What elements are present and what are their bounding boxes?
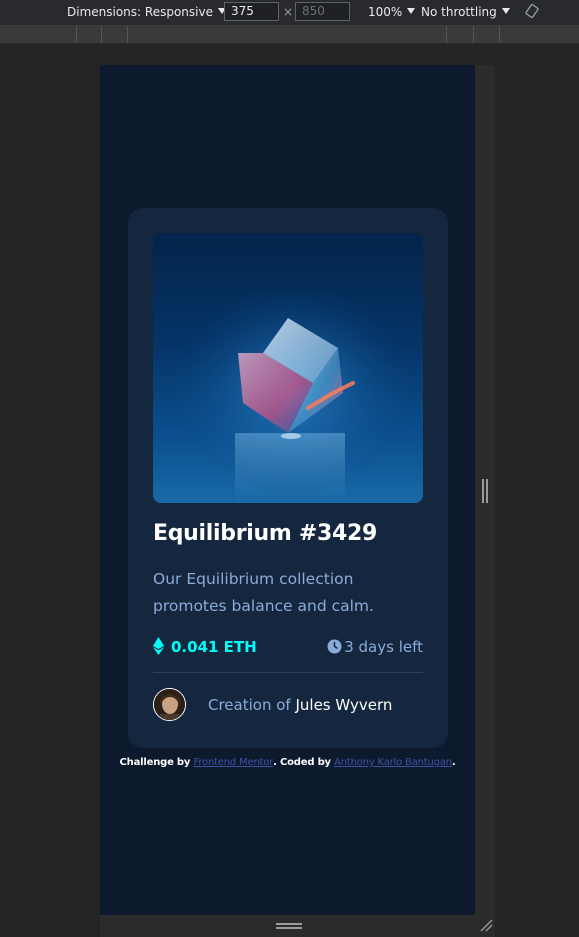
ethereum-icon — [153, 637, 164, 655]
height-input[interactable]: 850 — [295, 2, 350, 21]
bottom-resize-handle[interactable] — [276, 923, 302, 929]
attribution-middle: . Coded by — [273, 757, 331, 768]
time-left: 3 days left — [344, 638, 423, 656]
right-resize-handle[interactable] — [482, 479, 488, 503]
nft-description: Our Equilibrium collection promotes bala… — [153, 570, 374, 615]
throttling-label: No throttling — [421, 5, 497, 19]
throttling-dropdown[interactable]: No throttling — [421, 5, 510, 19]
dimensions-dropdown[interactable]: Dimensions: Responsive — [67, 5, 226, 19]
nft-card: Equilibrium #3429 Our Equilibrium collec… — [128, 208, 448, 748]
cube-illustration — [173, 273, 413, 503]
avatar-image — [154, 689, 185, 720]
dropdown-triangle-icon — [501, 8, 510, 14]
rotate-icon[interactable] — [525, 4, 539, 18]
nft-image[interactable] — [153, 233, 423, 503]
devtools-toolbar: Dimensions: Responsive 375 × 850 100% No… — [0, 0, 579, 26]
width-input[interactable]: 375 — [224, 2, 279, 21]
zoom-dropdown[interactable]: 100% — [368, 5, 416, 19]
creator-line: Creation of Jules Wyvern — [208, 696, 392, 714]
creator-name[interactable]: Jules Wyvern — [295, 696, 392, 714]
eth-price: 0.041 ETH — [171, 638, 257, 656]
divider — [153, 672, 423, 673]
attribution-suffix: . — [451, 757, 456, 768]
dropdown-triangle-icon — [407, 8, 416, 14]
price-row: 0.041 ETH 3 days left — [153, 636, 423, 658]
dimensions-label: Dimensions: Responsive — [67, 5, 213, 19]
attribution: Challenge by Frontend Mentor. Coded by A… — [100, 757, 475, 768]
device-viewport: Equilibrium #3429 Our Equilibrium collec… — [100, 65, 475, 915]
nft-title[interactable]: Equilibrium #3429 — [153, 521, 377, 546]
clock-icon — [327, 639, 342, 654]
attribution-prefix: Challenge by — [119, 757, 191, 768]
zoom-label: 100% — [368, 5, 403, 19]
times-symbol: × — [283, 5, 294, 19]
author-link[interactable]: Anthony Karlo Bantugan — [334, 757, 452, 768]
corner-resize-grip[interactable] — [479, 918, 493, 932]
frontend-mentor-link[interactable]: Frontend Mentor — [194, 757, 274, 768]
avatar — [153, 688, 186, 721]
media-query-bar[interactable] — [0, 26, 579, 44]
creation-prefix: Creation of — [208, 696, 291, 714]
